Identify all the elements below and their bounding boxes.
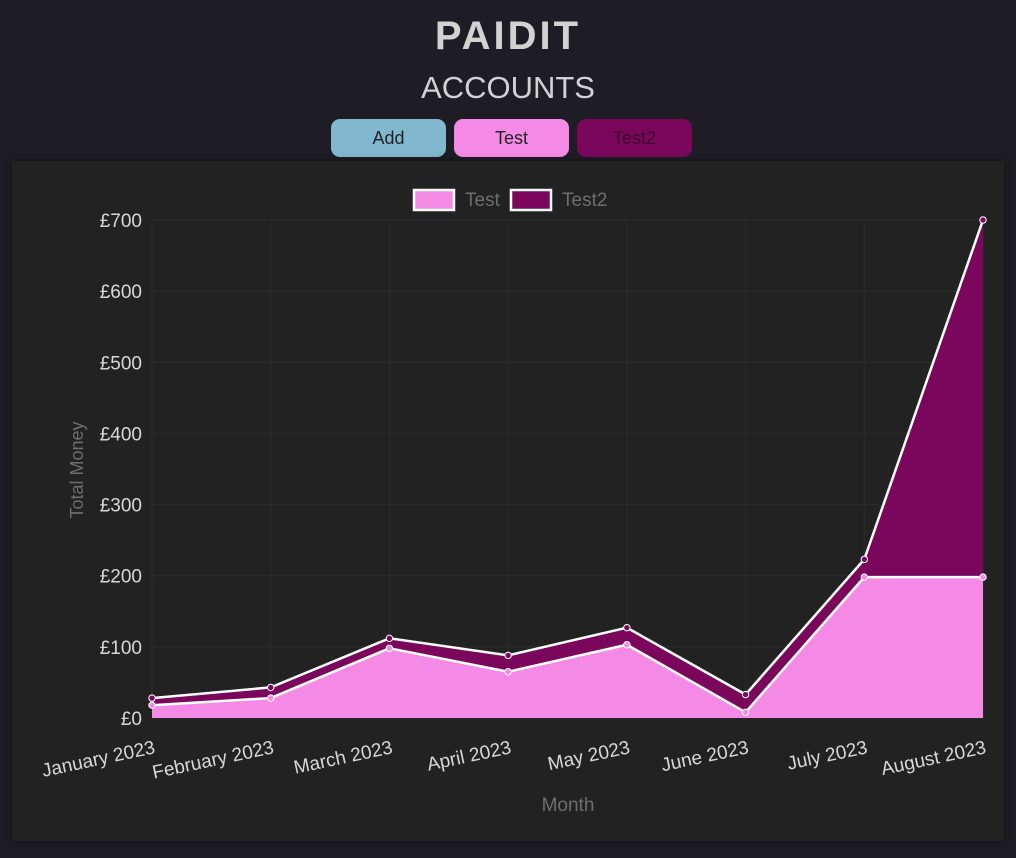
- point-test: [741, 708, 750, 717]
- point-test: [385, 644, 394, 652]
- point-test: [267, 694, 275, 702]
- y-tick-label: £700: [100, 211, 142, 232]
- app-title: PAIDIT: [434, 14, 582, 58]
- y-tick-label: £400: [100, 424, 142, 445]
- test2-account-button[interactable]: Test2: [577, 119, 692, 157]
- stacked-area-chart: £0 £100 £200 £300 £400 £500 £600 £700 January 2…: [40, 188, 988, 816]
- y-tick-label: £0: [121, 709, 142, 730]
- y-axis-ticks: £0 £100 £200 £300 £400 £500 £600 £700: [100, 211, 142, 730]
- legend-label-test2: Test2: [562, 190, 607, 211]
- point-test: [504, 668, 512, 676]
- y-tick-label: £100: [100, 638, 142, 659]
- test-account-button[interactable]: Test: [454, 119, 569, 157]
- legend-swatch-test: [412, 188, 456, 212]
- point-test: [148, 701, 156, 709]
- point-test2: [979, 216, 987, 224]
- point-test2: [860, 555, 868, 564]
- legend: Test Test2: [412, 188, 607, 212]
- point-test2: [148, 694, 156, 702]
- point-test2: [623, 623, 631, 632]
- legend-swatch-test2: [509, 188, 553, 212]
- point-test2: [267, 683, 275, 692]
- point-test: [623, 641, 631, 649]
- add-button[interactable]: Add: [331, 119, 446, 157]
- x-tick-label: January 2023: [40, 737, 157, 781]
- point-test2: [741, 690, 750, 699]
- x-tick-label: June 2023: [659, 737, 750, 776]
- x-tick-label: August 2023: [879, 737, 988, 780]
- x-tick-label: February 2023: [151, 737, 276, 783]
- legend-label-test: Test: [465, 190, 501, 211]
- areas: [152, 220, 983, 718]
- x-tick-label: July 2023: [785, 737, 869, 774]
- point-test: [979, 573, 987, 581]
- chart-panel: £0 £100 £200 £300 £400 £500 £600 £700 January 2…: [12, 161, 1004, 841]
- x-axis-label: Month: [542, 795, 595, 816]
- point-test: [860, 573, 868, 581]
- y-axis-label: Total Money: [67, 421, 87, 518]
- point-test2: [385, 634, 394, 643]
- x-tick-label: May 2023: [546, 737, 632, 775]
- y-tick-label: £300: [100, 496, 142, 517]
- page-title: ACCOUNTS: [421, 70, 595, 105]
- y-tick-label: £600: [100, 282, 142, 303]
- y-tick-label: £200: [100, 567, 142, 588]
- x-axis-ticks: January 2023February 2023 March 2023 April…: [40, 737, 988, 783]
- point-test2: [504, 651, 512, 660]
- account-toolbar: Add Test Test2: [331, 119, 692, 157]
- y-tick-label: £500: [100, 353, 142, 374]
- x-tick-label: March 2023: [292, 737, 395, 778]
- x-tick-label: April 2023: [425, 737, 513, 775]
